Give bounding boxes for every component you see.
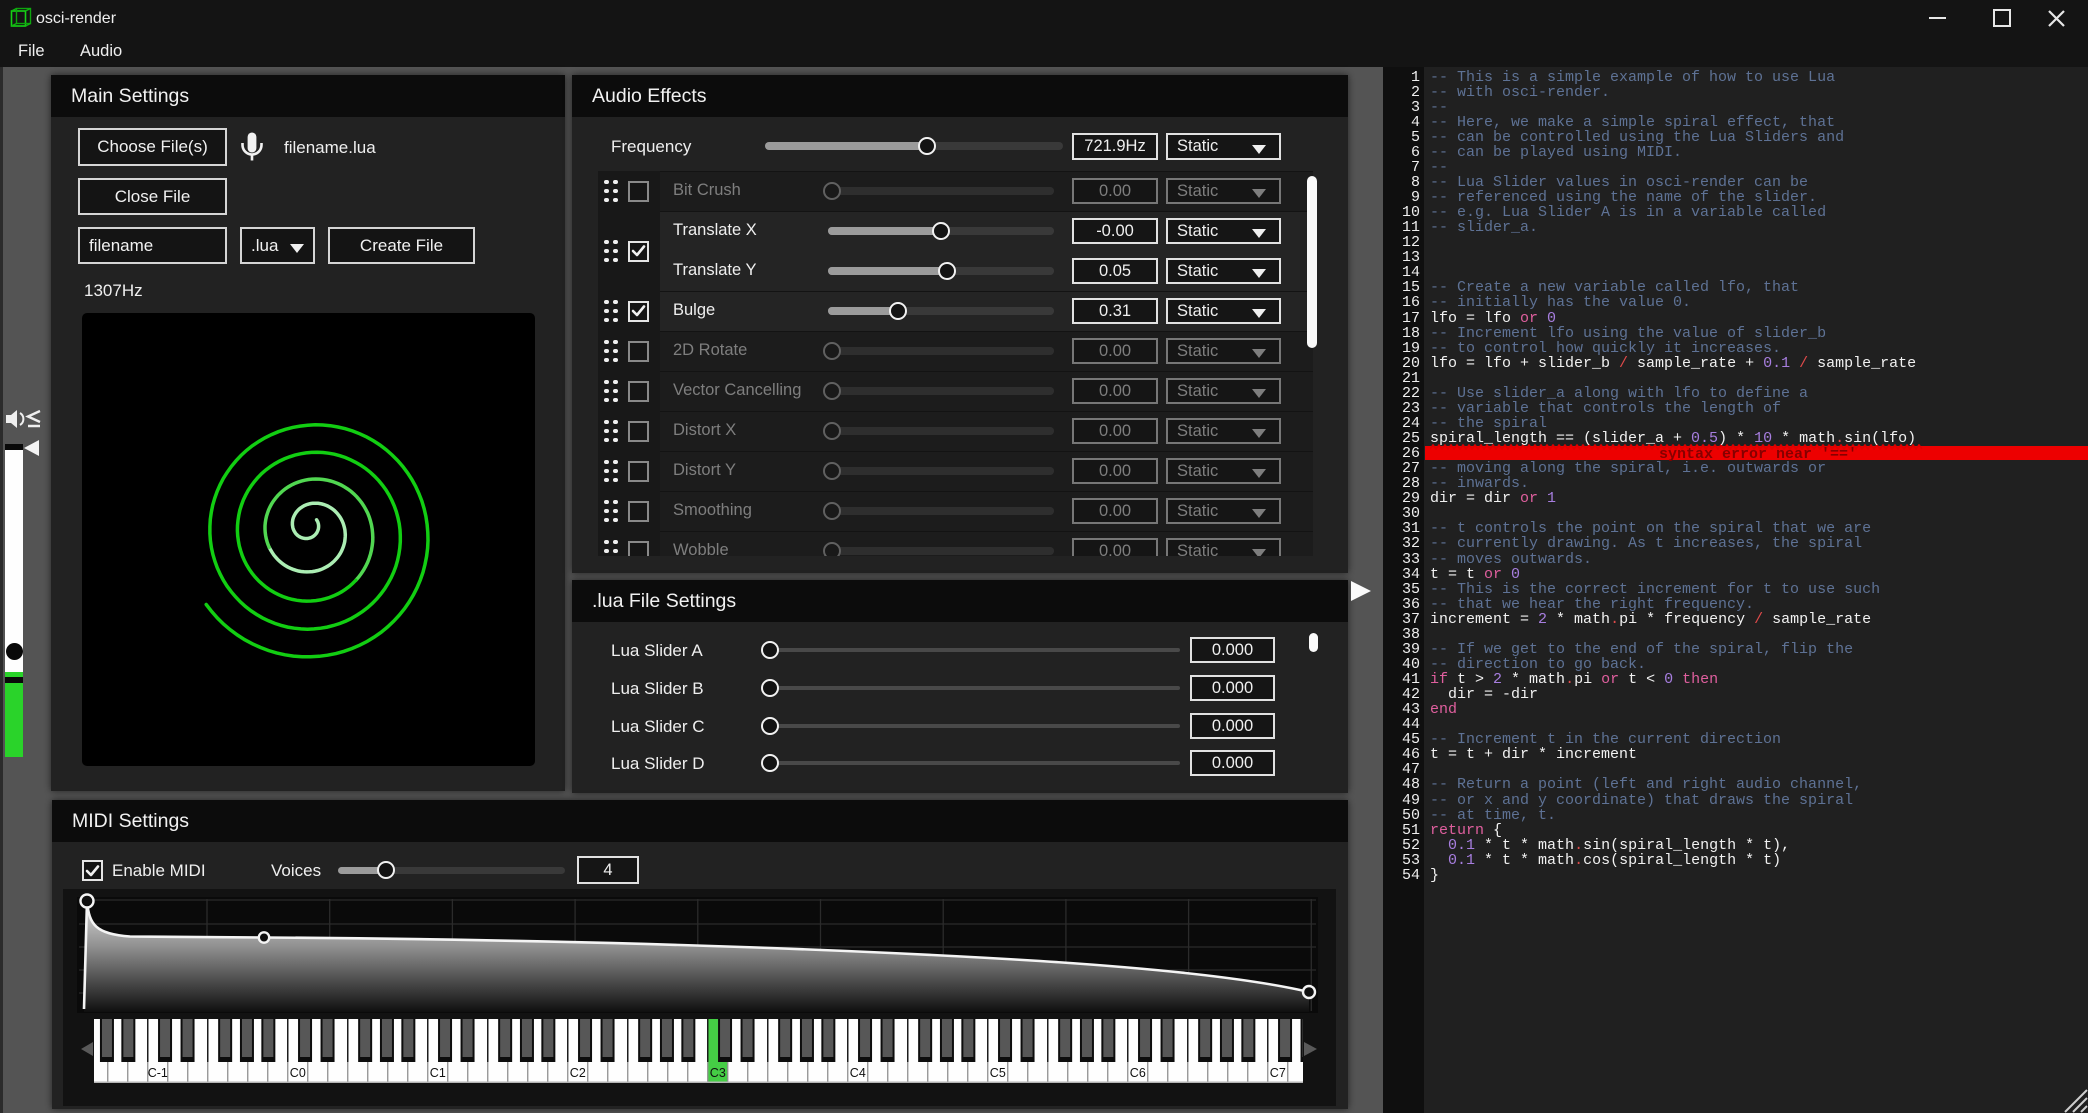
svg-text:C4: C4	[850, 1066, 866, 1080]
svg-text:C-1: C-1	[148, 1066, 168, 1080]
svg-text:C2: C2	[570, 1066, 586, 1080]
svg-text:C7: C7	[1270, 1066, 1286, 1080]
svg-text:C5: C5	[990, 1066, 1006, 1080]
svg-text:C6: C6	[1130, 1066, 1146, 1080]
svg-text:C0: C0	[290, 1066, 306, 1080]
svg-text:C1: C1	[430, 1066, 446, 1080]
svg-text:C3: C3	[710, 1066, 726, 1080]
